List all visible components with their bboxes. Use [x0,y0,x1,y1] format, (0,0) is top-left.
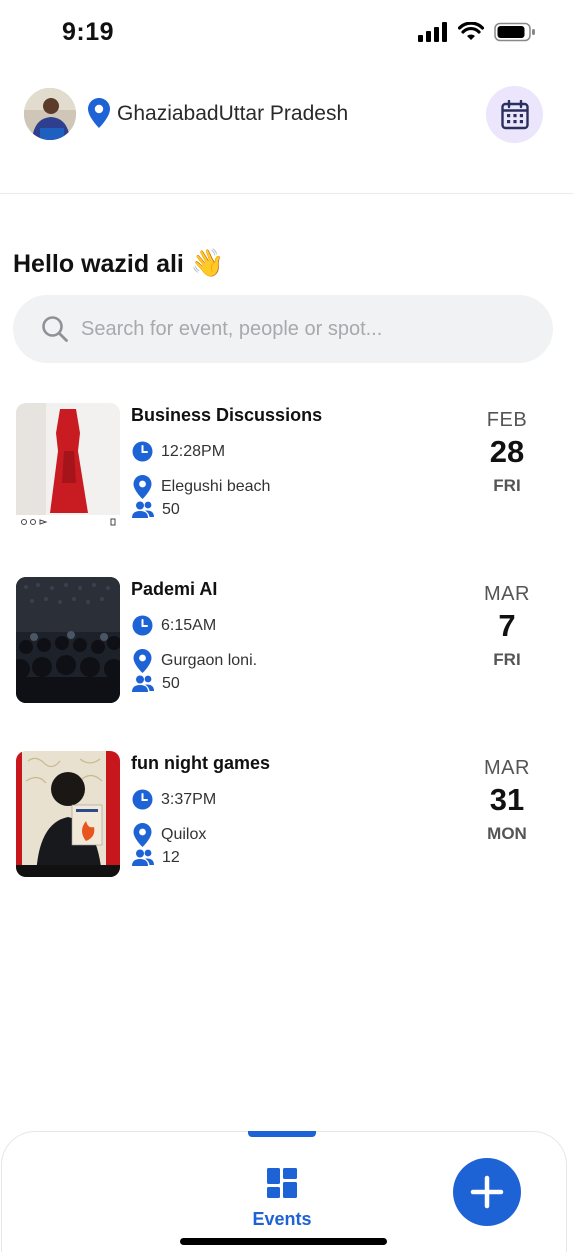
event-date: FEB 28 FRI [462,409,552,496]
event-month: FEB [486,409,528,431]
people-icon [132,675,154,692]
event-title: fun night games [131,753,270,773]
event-attendees-row: 50 [132,501,180,519]
header: GhaziabadUttar Pradesh [0,66,574,194]
location-pin-icon [133,649,152,673]
event-card[interactable]: Pademi AI 6:15AM Gurgaon loni. 50 MAR 7 … [16,577,556,705]
event-time: 6:15AM [161,616,217,634]
signal-icon [418,22,447,42]
search-icon [42,316,68,342]
wave-emoji: 👋 [190,248,225,278]
grid-icon [267,1168,297,1198]
greeting: Hello wazid ali 👋 [13,247,224,279]
calendar-icon [500,99,529,129]
event-weekday: FRI [493,650,521,669]
active-tab-indicator [248,1131,316,1137]
event-time-row: 3:37PM [132,789,216,810]
event-place-row: Elegushi beach [132,475,270,499]
event-place-row: Quilox [132,823,206,847]
event-attendees-row: 50 [132,675,180,693]
event-time: 12:28PM [161,442,226,460]
status-time: 9:19 [62,18,115,46]
status-bar: 9:19 [0,0,574,66]
event-weekday: FRI [493,476,521,495]
event-card[interactable]: Business Discussions 12:28PM Elegushi be… [16,403,556,531]
event-time-row: 12:28PM [132,441,225,462]
event-weekday: MON [487,824,527,843]
event-card[interactable]: fun night games 3:37PM Quilox 12 MAR 31 … [16,751,556,879]
location-pin-icon [133,475,152,499]
event-attendees-row: 12 [132,849,180,867]
event-place: Gurgaon loni. [161,652,258,669]
nav-tab-events[interactable]: Events [250,1168,314,1230]
event-thumbnail [16,751,120,877]
event-month: MAR [484,583,530,605]
nav-events-label: Events [252,1209,312,1229]
avatar[interactable] [24,88,76,140]
event-day: 7 [498,608,516,643]
calendar-button[interactable] [486,86,543,143]
location-pin-icon [88,98,110,128]
event-title: Business Discussions [131,405,323,425]
event-time: 3:37PM [161,790,217,808]
clock-icon [132,789,153,810]
clock-icon [132,615,153,636]
search-bar[interactable] [13,295,553,363]
people-icon [132,501,154,518]
event-thumbnail [16,403,120,529]
event-thumbnail [16,577,120,703]
battery-icon [494,22,535,42]
event-attendees: 12 [162,849,180,866]
event-title: Pademi AI [131,579,218,599]
status-icons [418,22,536,42]
location-pin-icon [133,823,152,847]
plus-icon [470,1175,504,1209]
clock-icon [132,441,153,462]
event-place: Quilox [161,826,207,843]
event-attendees: 50 [162,501,180,518]
event-date: MAR 7 FRI [462,583,552,670]
current-location[interactable]: GhaziabadUttar Pradesh [117,102,348,126]
event-attendees: 50 [162,675,180,692]
event-place-row: Gurgaon loni. [132,649,257,673]
event-day: 31 [489,782,525,817]
event-time-row: 6:15AM [132,615,216,636]
people-icon [132,849,154,866]
greeting-text: Hello wazid ali [13,250,184,278]
home-indicator[interactable] [180,1238,387,1245]
event-date: MAR 31 MON [462,757,552,844]
event-place: Elegushi beach [161,478,271,495]
add-event-button[interactable] [453,1158,521,1226]
search-input[interactable] [81,295,531,363]
event-day: 28 [489,434,525,469]
wifi-icon [458,22,484,40]
event-month: MAR [484,757,530,779]
